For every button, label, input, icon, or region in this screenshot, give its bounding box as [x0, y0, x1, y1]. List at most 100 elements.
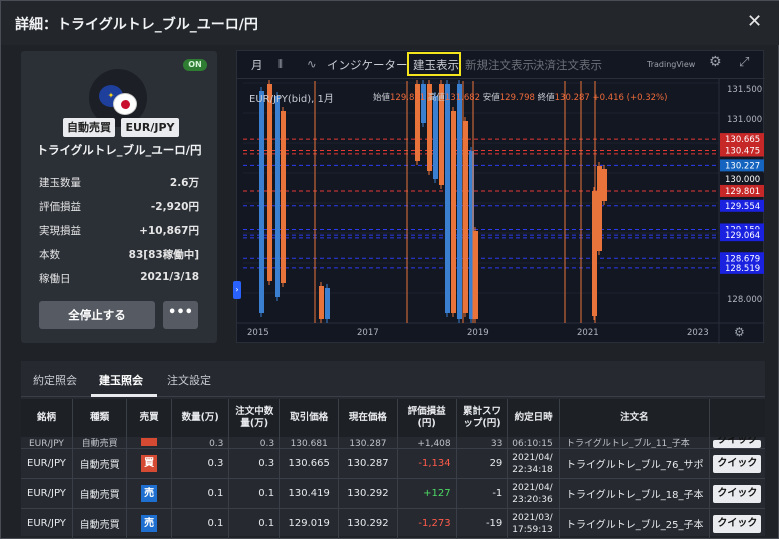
row-value: -2,920円	[150, 201, 199, 213]
col-qty[interactable]: 数量(万)	[171, 399, 230, 437]
cell-action: クイック	[709, 448, 765, 479]
candle-body	[281, 111, 286, 283]
col-side[interactable]: 売買	[126, 399, 172, 437]
stop-all-button[interactable]: 全停止する	[39, 301, 155, 329]
dialog-title: 詳細：トライグルトレ_ブル_ユーロ/円	[15, 17, 258, 33]
cell-qty: 0.1	[171, 508, 230, 539]
chart-settings-icon[interactable]: ⚙	[734, 325, 745, 339]
quick-button[interactable]: クイック	[713, 437, 762, 448]
candle-body	[275, 96, 280, 297]
y-tick-label: 131.500	[727, 85, 762, 95]
tab-order-settings[interactable]: 注文設定	[167, 372, 211, 388]
col-pl[interactable]: 評価損益(円)	[397, 399, 457, 437]
row-label: 評価損益	[39, 201, 81, 213]
type-tag: 自動売買	[63, 118, 115, 137]
col-swap[interactable]: 累計スワップ(円)	[456, 399, 509, 437]
time-line: 22:34:18	[512, 464, 553, 475]
cell-side	[126, 437, 172, 449]
active-tab-indicator	[91, 394, 157, 397]
cell-action: クイック	[709, 437, 765, 449]
cell-price: 130.419	[279, 478, 340, 509]
cell-pair: EUR/JPY	[21, 448, 73, 479]
cell-current: 130.287	[338, 437, 398, 449]
price-tag-label: 130.227	[725, 161, 760, 171]
candle-body	[597, 166, 602, 251]
candle-body	[325, 288, 330, 319]
chevron-right-icon[interactable]: ›	[233, 281, 241, 299]
cell-kind: 自動売買	[72, 478, 128, 509]
price-tag-label: 129.554	[725, 202, 760, 212]
strategy-card: ON ✦ 自動売買 EUR/JPY トライグルトレ_ブル_ユーロ/円 建玉数量 …	[21, 51, 217, 343]
cell-swap: 29	[456, 448, 509, 479]
cell-price: 129.019	[279, 508, 340, 539]
strategy-name: トライグルトレ_ブル_ユーロ/円	[36, 143, 202, 157]
date-line: 2021/04/	[512, 452, 553, 463]
dialog-header: 詳細：トライグルトレ_ブル_ユーロ/円 ✕	[1, 1, 779, 45]
candle-body	[433, 96, 438, 179]
positions-panel: 約定照会 建玉照会 注文設定 銘柄 種類 売買 数量(万) 注文中数量(万) 取…	[21, 361, 765, 539]
y-tick-label: 128.000	[727, 295, 762, 305]
price-chart[interactable]: 月 ⫴ ∿ インジケーター 建玉表示 新規注文表示 決済注文表示 Trading…	[233, 50, 765, 344]
cell-date: 2021/04/23:20:36	[507, 478, 560, 509]
detail-dialog: 詳細：トライグルトレ_ブル_ユーロ/円 ✕ ON ✦ 自動売買 EUR/JPY …	[0, 0, 779, 539]
price-tag-label: 130.000	[725, 175, 760, 185]
x-tick-label: 2017	[357, 328, 379, 338]
col-price[interactable]: 取引価格	[279, 399, 340, 437]
row-label: 稼働日	[39, 273, 71, 285]
table-row-clipped: EUR/JPY 自動売買 0.3 0.3 130.681 130.287 +1,…	[21, 437, 765, 449]
status-badge[interactable]: ON	[183, 59, 207, 71]
col-current[interactable]: 現在価格	[338, 399, 398, 437]
cell-date: 2021/04/22:34:18	[507, 448, 560, 479]
col-pending-qty[interactable]: 注文中数量(万)	[228, 399, 281, 437]
table-row[interactable]: EUR/JPY 自動売買 売 0.1 0.1 129.019 130.292 -…	[21, 508, 765, 539]
symbol-label[interactable]: EUR/JPY(bid), 1月	[249, 90, 334, 105]
cell-order-name: トライグルトレ_ブル_25_子本	[559, 508, 710, 539]
tab-bar: 約定照会 建玉照会 注文設定	[21, 361, 765, 397]
row-value: 2021/3/18	[140, 271, 199, 283]
cell-price: 130.665	[279, 448, 340, 479]
high-label: 高値	[427, 93, 445, 103]
close-value: 130.287	[554, 93, 590, 103]
col-pair[interactable]: 銘柄	[21, 399, 73, 437]
time-line: 17:59:13	[512, 524, 553, 535]
cell-pending: 0.3	[228, 448, 281, 479]
more-button[interactable]: •••	[163, 301, 198, 329]
col-action	[709, 399, 765, 437]
cell-order-name: トライグルトレ_ブル_76_サポ	[559, 448, 710, 479]
cell-pair: EUR/JPY	[21, 478, 73, 509]
change-value: +0.416 (+0.32%)	[592, 93, 668, 103]
cell-pl: +1,408	[397, 437, 457, 449]
row-label: 本数	[39, 249, 60, 261]
cell-pending: 0.1	[228, 508, 281, 539]
cell-date: 2021/03/17:59:13	[507, 508, 560, 539]
quick-button[interactable]: クイック	[713, 454, 762, 473]
sell-badge: 売	[141, 485, 158, 502]
quick-button[interactable]: クイック	[713, 484, 762, 503]
table-row[interactable]: EUR/JPY 自動売買 買 0.3 0.3 130.665 130.287 -…	[21, 448, 765, 479]
tab-positions[interactable]: 建玉照会	[99, 372, 143, 388]
price-tag-label: 128.519	[725, 264, 760, 274]
cell-kind: 自動売買	[72, 437, 128, 449]
col-order-name[interactable]: 注文名	[559, 399, 710, 437]
cell-pair: EUR/JPY	[21, 437, 73, 449]
row-value: +10,867円	[139, 225, 199, 237]
x-tick-label: 2021	[577, 328, 599, 338]
buy-badge: 買	[141, 455, 158, 472]
quick-button[interactable]: クイック	[713, 514, 762, 533]
price-tag-label: 130.665	[725, 135, 760, 145]
row-label: 建玉数量	[39, 177, 81, 189]
close-icon[interactable]: ✕	[747, 11, 762, 32]
table-row[interactable]: EUR/JPY 自動売買 売 0.1 0.1 130.419 130.292 +…	[21, 478, 765, 509]
row-value: 83[83稼働中]	[128, 249, 199, 261]
date-line: 2021/03/	[512, 512, 553, 523]
cell-qty: 0.3	[171, 448, 230, 479]
cell-swap: -1	[456, 478, 509, 509]
cell-pending: 0.1	[228, 478, 281, 509]
cell-swap: 33	[456, 437, 509, 449]
cell-pair: EUR/JPY	[21, 508, 73, 539]
col-date[interactable]: 約定日時	[507, 399, 560, 437]
col-kind[interactable]: 種類	[72, 399, 128, 437]
x-tick-label: 2023	[687, 328, 709, 338]
cell-qty: 0.3	[171, 437, 230, 449]
tab-executions[interactable]: 約定照会	[33, 372, 77, 388]
